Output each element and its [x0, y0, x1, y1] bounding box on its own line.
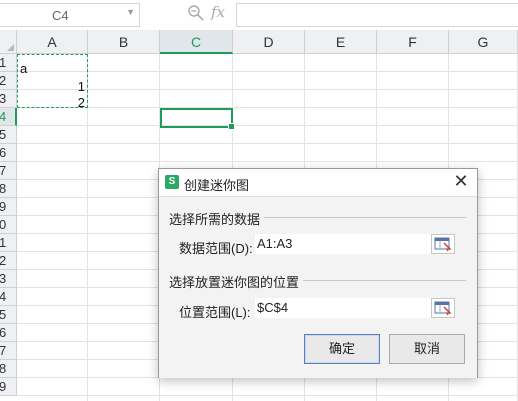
row-header[interactable]: 9 — [0, 198, 17, 216]
row-header[interactable]: 1 — [0, 234, 17, 252]
active-cell-c4[interactable] — [160, 108, 235, 130]
gridline — [17, 71, 518, 72]
row-header[interactable]: 4 — [0, 288, 17, 306]
create-sparkline-dialog: S 创建迷你图 ✕ 选择所需的数据 数据范围(D): A1:A3 选择放置迷你图… — [158, 168, 478, 378]
row-header[interactable]: 7 — [0, 162, 17, 180]
cancel-button[interactable]: 取消 — [389, 334, 465, 364]
formula-input[interactable] — [236, 3, 518, 27]
chevron-down-icon[interactable]: ▼ — [126, 7, 135, 17]
row-header[interactable]: 0 — [0, 216, 17, 234]
row-header[interactable]: 4 — [0, 108, 17, 126]
row-header[interactable]: 8 — [0, 360, 17, 378]
gridline — [17, 161, 518, 162]
name-box[interactable]: C4 ▼ — [0, 3, 140, 27]
column-header-b[interactable]: B — [88, 30, 160, 54]
location-range-input[interactable]: $C$4 — [255, 298, 433, 318]
gridline — [17, 89, 518, 90]
copy-marquee — [17, 54, 88, 108]
fill-handle[interactable] — [228, 123, 235, 130]
row-header[interactable]: 8 — [0, 180, 17, 198]
dialog-titlebar[interactable]: S 创建迷你图 ✕ — [159, 169, 477, 196]
column-header-c[interactable]: C — [160, 30, 233, 54]
range-picker-icon — [434, 237, 452, 252]
row-header[interactable]: 6 — [0, 324, 17, 342]
data-section-label: 选择所需的数据 — [169, 209, 265, 228]
column-header-a[interactable]: A — [17, 30, 88, 54]
range-picker-button[interactable] — [431, 234, 455, 254]
column-header-f[interactable]: F — [377, 30, 449, 54]
data-range-input[interactable]: A1:A3 — [255, 234, 433, 254]
ok-button[interactable]: 确定 — [304, 334, 380, 364]
data-range-label: 数据范围(D): — [179, 241, 253, 256]
zoom-icon[interactable] — [187, 4, 205, 22]
row-header[interactable]: 6 — [0, 144, 17, 162]
range-picker-icon — [434, 301, 452, 316]
gridline — [17, 143, 518, 144]
dialog-title: 创建迷你图 — [184, 178, 250, 193]
row-header[interactable]: 5 — [0, 306, 17, 324]
row-header[interactable]: 1 — [0, 54, 17, 72]
gridline — [17, 125, 518, 126]
gridline — [17, 395, 518, 396]
close-icon[interactable]: ✕ — [451, 171, 471, 191]
row-header[interactable]: 3 — [0, 90, 17, 108]
row-header[interactable]: 2 — [0, 72, 17, 90]
location-range-label: 位置范围(L): — [179, 305, 251, 320]
row-header[interactable]: 7 — [0, 342, 17, 360]
formula-bar: C4 ▼ fx — [0, 0, 518, 31]
range-picker-button[interactable] — [431, 298, 455, 318]
column-header-e[interactable]: E — [305, 30, 377, 54]
column-header-d[interactable]: D — [233, 30, 305, 54]
row-header[interactable]: 3 — [0, 270, 17, 288]
column-header-g[interactable]: G — [449, 30, 518, 54]
wps-app-icon: S — [165, 175, 179, 189]
name-box-value: C4 — [52, 8, 69, 23]
location-section-label: 选择放置迷你图的位置 — [169, 272, 304, 291]
row-header[interactable]: 2 — [0, 252, 17, 270]
fx-icon[interactable]: fx — [211, 3, 225, 21]
dialog-body: 选择所需的数据 数据范围(D): A1:A3 选择放置迷你图的位置 位置范围(L… — [159, 196, 477, 378]
row-header[interactable]: 5 — [0, 126, 17, 144]
row-header[interactable]: 9 — [0, 378, 17, 396]
select-all-corner[interactable] — [0, 30, 17, 54]
gridline — [17, 107, 518, 108]
